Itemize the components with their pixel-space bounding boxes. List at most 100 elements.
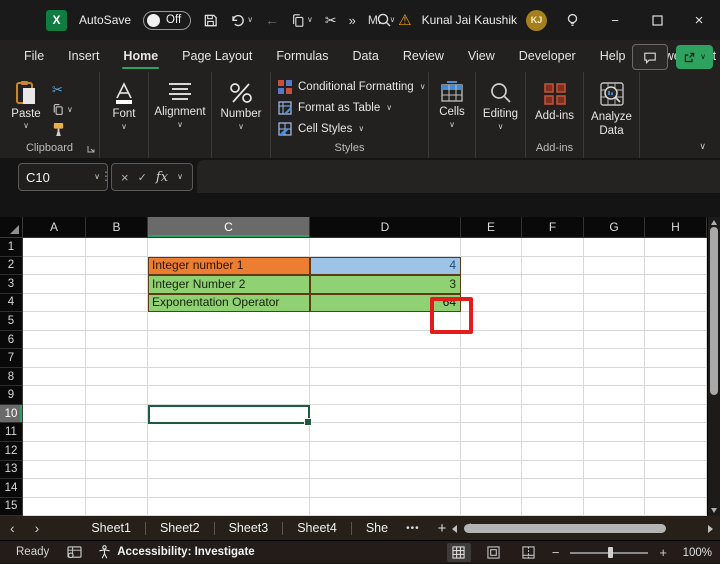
zoom-slider-thumb[interactable] — [608, 547, 613, 558]
cell-E12[interactable] — [461, 442, 522, 461]
cell-C7[interactable] — [148, 349, 310, 368]
cell-B3[interactable] — [86, 275, 148, 294]
column-header-A[interactable]: A — [23, 217, 86, 238]
cell-G11[interactable] — [584, 423, 645, 442]
user-name[interactable]: Kunal Jai Kaushik — [422, 13, 517, 27]
scroll-left-icon[interactable] — [452, 525, 457, 533]
formula-input[interactable] — [197, 160, 720, 193]
column-header-B[interactable]: B — [86, 217, 148, 238]
row-header-3[interactable]: 3 — [0, 275, 23, 294]
cell-F5[interactable] — [522, 312, 584, 331]
cell-F3[interactable] — [522, 275, 584, 294]
cell-H12[interactable] — [645, 442, 707, 461]
share-dropdown-icon[interactable]: ∨ — [700, 53, 706, 61]
cell-A2[interactable] — [23, 257, 86, 276]
cell-B6[interactable] — [86, 331, 148, 350]
cell-B9[interactable] — [86, 386, 148, 405]
cell-B5[interactable] — [86, 312, 148, 331]
scroll-up-icon[interactable] — [711, 220, 717, 225]
menu-tab-review[interactable]: Review — [391, 40, 456, 72]
horizontal-scroll-thumb[interactable] — [464, 524, 666, 533]
cell-A8[interactable] — [23, 368, 86, 387]
cell-H5[interactable] — [645, 312, 707, 331]
undo-dropdown-icon[interactable]: ∨ — [247, 16, 253, 24]
cell-D7[interactable] — [310, 349, 461, 368]
cell-A4[interactable] — [23, 294, 86, 313]
paste-button[interactable]: Paste ∨ — [0, 80, 52, 137]
menu-tab-developer[interactable]: Developer — [507, 40, 588, 72]
page-layout-view-button[interactable] — [482, 543, 506, 562]
cell-H15[interactable] — [645, 498, 707, 516]
column-header-D[interactable]: D — [310, 217, 461, 238]
copy-dropdown-icon[interactable]: ∨ — [307, 16, 313, 24]
cell-C14[interactable] — [148, 479, 310, 498]
cell-A6[interactable] — [23, 331, 86, 350]
cell-E1[interactable] — [461, 238, 522, 257]
column-header-E[interactable]: E — [461, 217, 522, 238]
cell-G15[interactable] — [584, 498, 645, 516]
cell-A12[interactable] — [23, 442, 86, 461]
cell-C11[interactable] — [148, 423, 310, 442]
cell-F13[interactable] — [522, 461, 584, 480]
cell-C2[interactable]: Integer number 1 — [148, 257, 310, 276]
cell-D12[interactable] — [310, 442, 461, 461]
comments-button[interactable] — [632, 44, 668, 70]
warning-icon[interactable]: ⚠ — [398, 11, 411, 29]
cell-D9[interactable] — [310, 386, 461, 405]
horizontal-scrollbar[interactable] — [452, 523, 713, 534]
row-header-5[interactable]: 5 — [0, 312, 23, 331]
cell-A7[interactable] — [23, 349, 86, 368]
scroll-right-icon[interactable] — [708, 525, 713, 533]
cell-E7[interactable] — [461, 349, 522, 368]
vertical-scrollbar[interactable] — [707, 217, 720, 516]
cell-F10[interactable] — [522, 405, 584, 424]
cell-H14[interactable] — [645, 479, 707, 498]
row-header-8[interactable]: 8 — [0, 368, 23, 387]
cell-A1[interactable] — [23, 238, 86, 257]
more-commands-overflow-icon[interactable]: » — [349, 13, 356, 28]
cell-E15[interactable] — [461, 498, 522, 516]
conditional-formatting-button[interactable]: Conditional Formatting ∨ — [271, 76, 428, 97]
cell-C4[interactable]: Exponentation Operator — [148, 294, 310, 313]
accessibility-status[interactable]: Accessibility: Investigate — [117, 546, 254, 558]
cell-D13[interactable] — [310, 461, 461, 480]
cell-F4[interactable] — [522, 294, 584, 313]
row-header-4[interactable]: 4 — [0, 294, 23, 313]
editing-dropdown-icon[interactable]: ∨ — [498, 123, 504, 131]
cell-C5[interactable] — [148, 312, 310, 331]
cell-A13[interactable] — [23, 461, 86, 480]
cell-E14[interactable] — [461, 479, 522, 498]
cell-A11[interactable] — [23, 423, 86, 442]
cell-A10[interactable] — [23, 405, 86, 424]
cells-dropdown-icon[interactable]: ∨ — [449, 121, 455, 129]
addins-button[interactable]: Add-ins — [526, 72, 583, 122]
cell-F11[interactable] — [522, 423, 584, 442]
cells-button[interactable]: Cells ∨ — [429, 72, 475, 129]
normal-view-button[interactable] — [447, 543, 471, 562]
row-header-13[interactable]: 13 — [0, 461, 23, 480]
cell-H13[interactable] — [645, 461, 707, 480]
cell-B10[interactable] — [86, 405, 148, 424]
row-header-10[interactable]: 10 — [0, 405, 23, 424]
cell-G8[interactable] — [584, 368, 645, 387]
number-button[interactable]: Number ∨ — [212, 72, 270, 131]
cell-E2[interactable] — [461, 257, 522, 276]
paste-dropdown-icon[interactable]: ∨ — [23, 122, 29, 130]
zoom-out-button[interactable]: − — [552, 545, 560, 560]
cell-H1[interactable] — [645, 238, 707, 257]
avatar[interactable]: KJ — [526, 10, 547, 31]
cell-F1[interactable] — [522, 238, 584, 257]
copy-icon[interactable]: ∨ — [291, 13, 313, 28]
copy-button[interactable]: ∨ — [52, 102, 73, 117]
cell-B11[interactable] — [86, 423, 148, 442]
cell-B7[interactable] — [86, 349, 148, 368]
maximize-button[interactable] — [636, 0, 678, 40]
menu-tab-home[interactable]: Home — [111, 40, 170, 72]
autosave-toggle[interactable]: Off — [143, 11, 191, 30]
page-break-view-button[interactable] — [517, 543, 541, 562]
cell-E3[interactable] — [461, 275, 522, 294]
cell-C1[interactable] — [148, 238, 310, 257]
cell-B8[interactable] — [86, 368, 148, 387]
clipboard-dialog-launcher-icon[interactable] — [87, 145, 95, 153]
accessibility-icon[interactable] — [98, 545, 111, 559]
